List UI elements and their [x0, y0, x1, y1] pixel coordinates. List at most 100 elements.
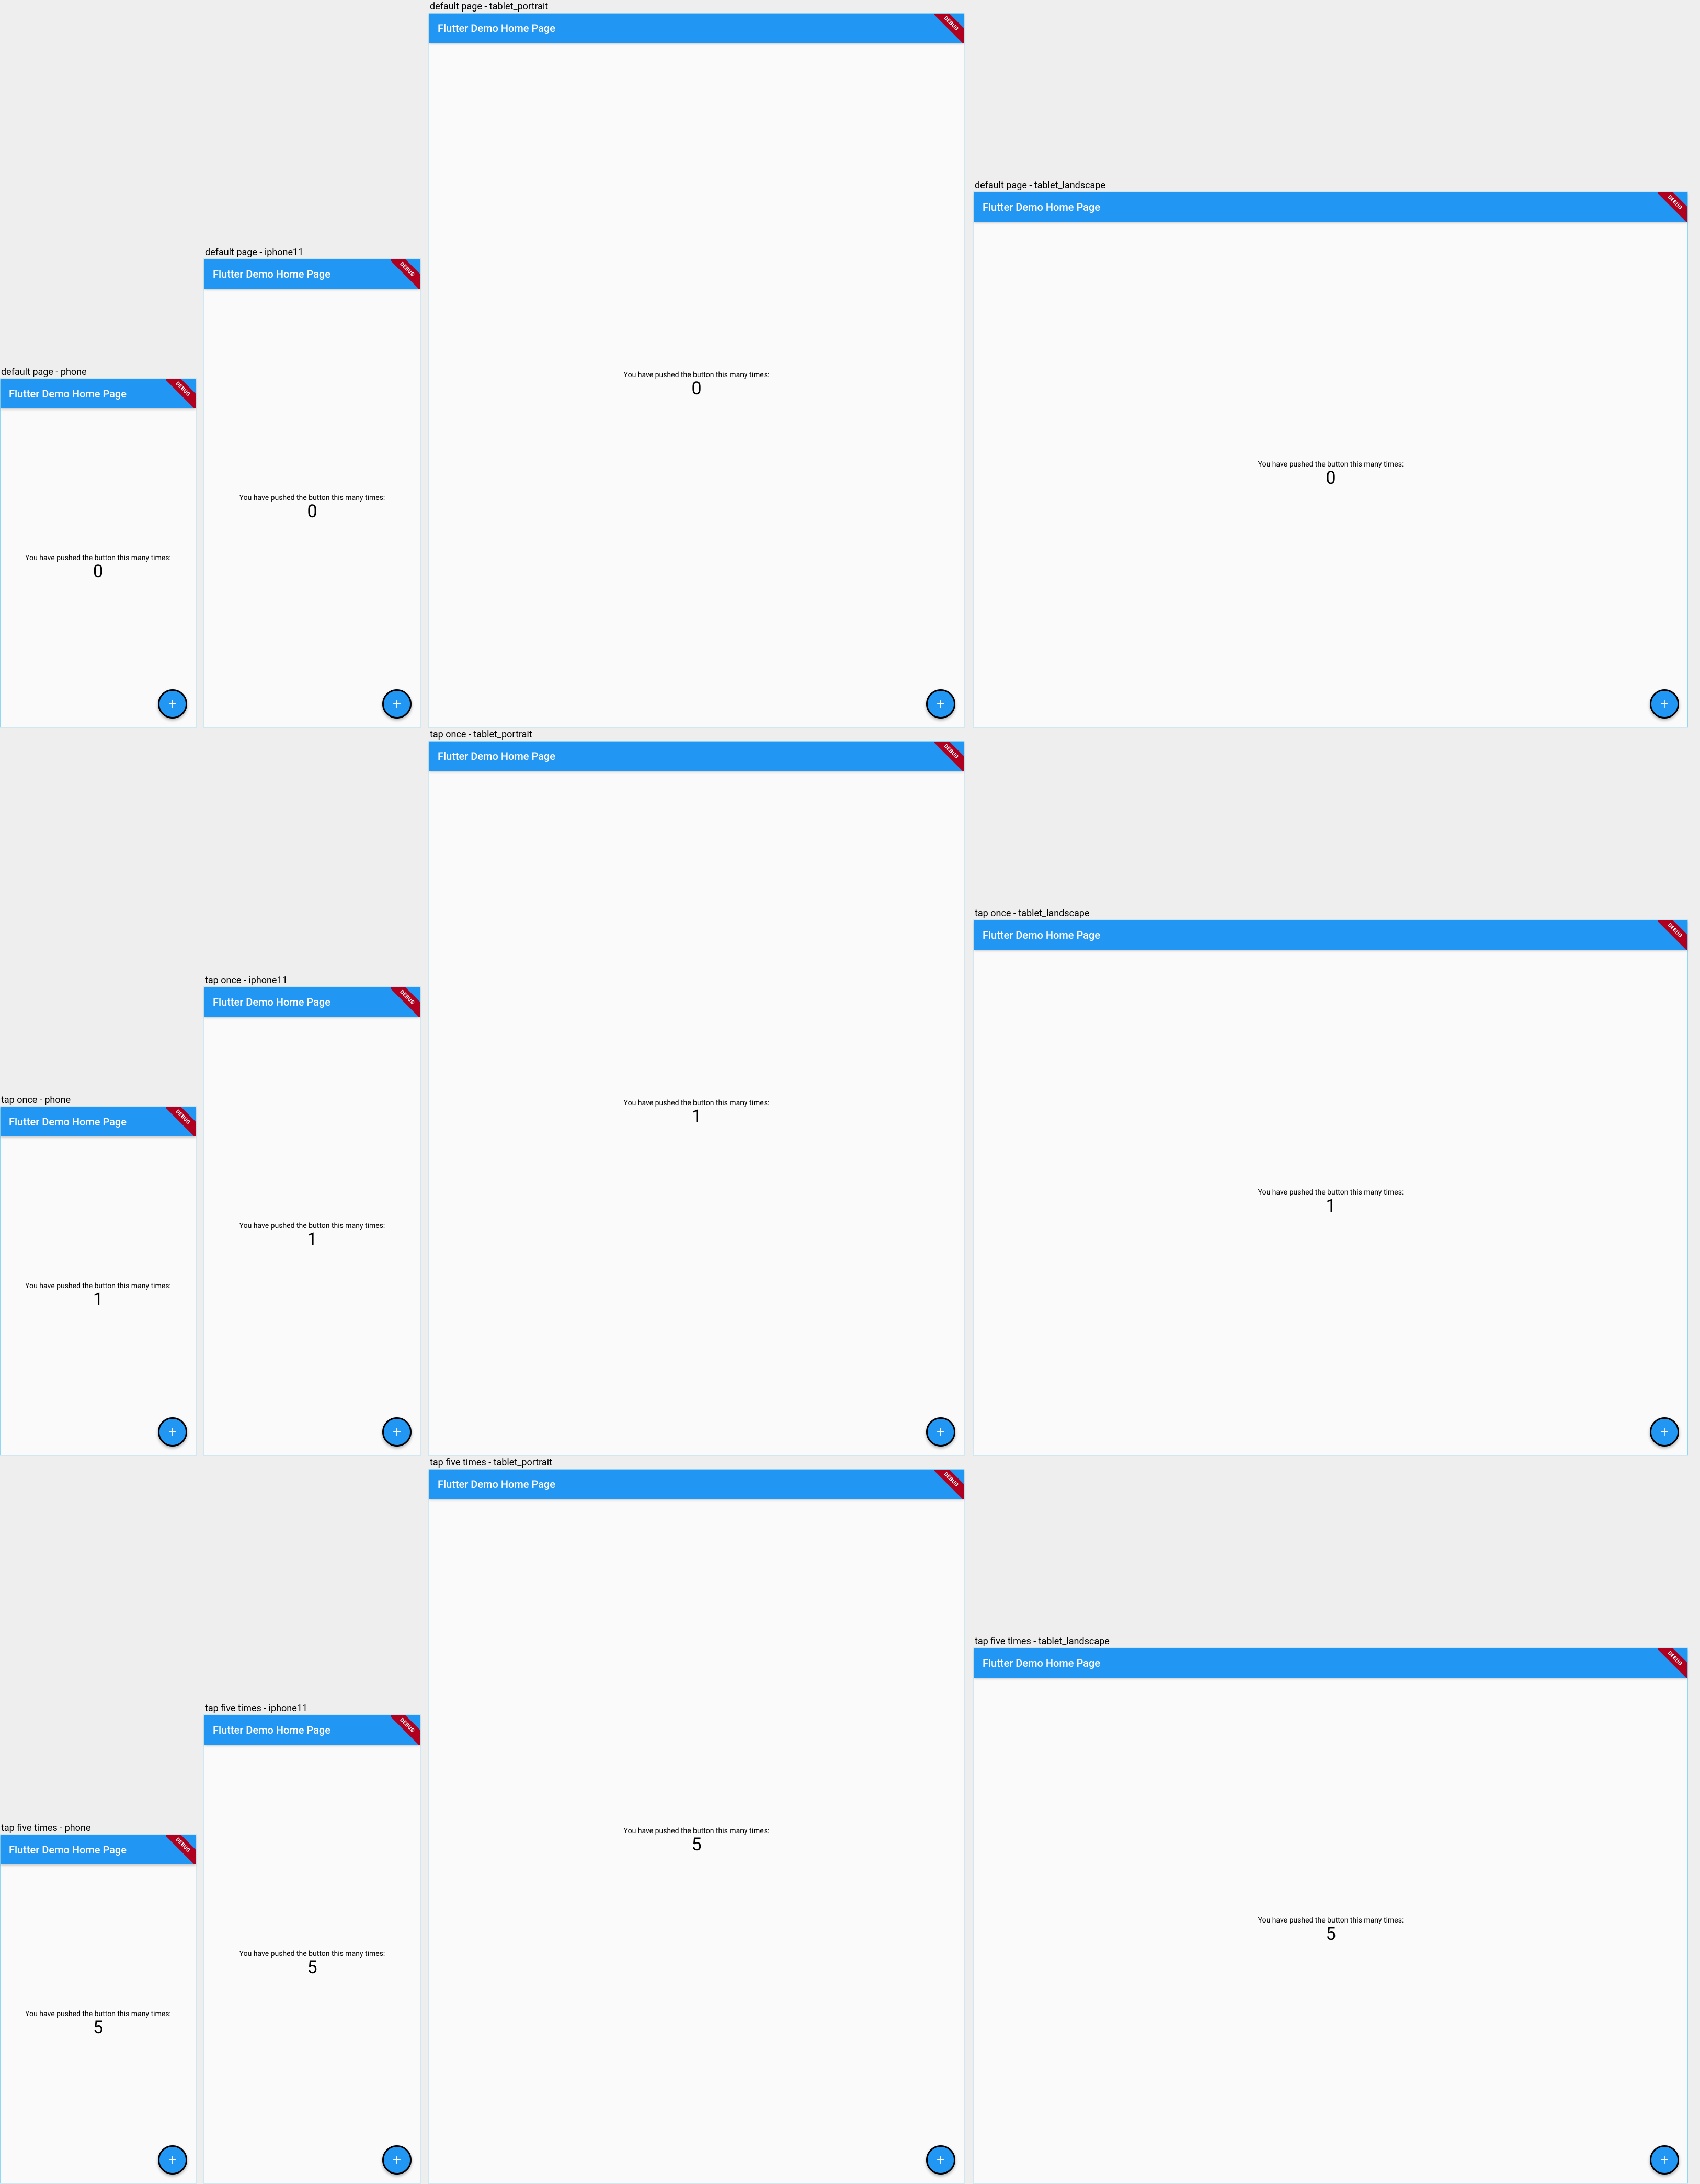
debug-banner-label: DEBUG — [175, 381, 191, 397]
debug-banner-label: DEBUG — [943, 743, 960, 760]
increment-fab[interactable]: + — [926, 1417, 955, 1447]
debug-banner: DEBUG — [166, 1835, 196, 1864]
app-bar: Flutter Demo Home Page DEBUG — [204, 987, 420, 1017]
device-frame: Flutter Demo Home Page DEBUG You have push… — [204, 987, 420, 1455]
scenario-caption: tap once - iphone11 — [204, 975, 288, 986]
scaffold-body: You have pushed the button this many tim… — [974, 222, 1687, 727]
increment-fab[interactable]: + — [1650, 1417, 1679, 1447]
increment-fab[interactable]: + — [158, 2145, 187, 2175]
scenario-caption: tap five times - iphone11 — [204, 1703, 307, 1714]
device-frame: Flutter Demo Home Page DEBUGYou have push… — [974, 1648, 1688, 2183]
debug-banner-label: DEBUG — [399, 261, 416, 278]
debug-banner: DEBUG — [391, 259, 420, 289]
golden-cell: default page - tablet_landscapeFlutter D… — [974, 180, 1688, 727]
app-bar-title: Flutter Demo Home Page — [9, 1116, 127, 1128]
device-frame: Flutter Demo Home PageDEBUGYou have push… — [429, 13, 964, 727]
app-bar: Flutter Demo Home Page DEBUG — [429, 742, 964, 771]
debug-banner: DEBUG — [391, 1715, 420, 1745]
device-frame: Flutter Demo Home Page DEBUG You have push… — [204, 259, 420, 727]
debug-banner-label: DEBUG — [399, 989, 416, 1006]
scenario-caption: default page - iphone11 — [204, 247, 303, 258]
increment-fab[interactable]: + — [158, 689, 187, 719]
app-bar: Flutter Demo Home Page DEBUG — [974, 192, 1687, 222]
scenario-caption: tap once - tablet_portrait — [429, 729, 532, 740]
scenario-caption: tap once - tablet_landscape — [974, 908, 1089, 919]
device-frame: Flutter Demo Home PageDEBUGYou have push… — [0, 379, 196, 727]
scaffold-body: You have pushed the button this many tim… — [204, 1017, 420, 1455]
scenario-caption: tap five times - tablet_landscape — [974, 1636, 1110, 1647]
counter-value: 1 — [1326, 1197, 1336, 1216]
debug-banner: DEBUG — [1658, 1648, 1687, 1678]
debug-banner-label: DEBUG — [175, 1837, 191, 1853]
golden-cell: tap five times - tablet_landscapeFlutter… — [974, 1636, 1688, 2183]
counter-value: 5 — [307, 1958, 317, 1977]
increment-fab[interactable]: + — [926, 2145, 955, 2175]
debug-banner-label: DEBUG — [943, 15, 960, 32]
counter-value: 0 — [93, 562, 103, 582]
plus-icon: + — [1660, 2153, 1669, 2167]
scaffold-body: You have pushed the button this many tim… — [1, 1864, 196, 2183]
increment-fab[interactable]: + — [1650, 2145, 1679, 2175]
debug-banner-label: DEBUG — [1667, 922, 1683, 939]
increment-fab[interactable]: + — [1650, 689, 1679, 719]
device-frame: Flutter Demo Home Page DEBUG You have push… — [0, 1835, 196, 2183]
plus-icon: + — [1660, 697, 1669, 711]
increment-fab[interactable]: + — [382, 2145, 412, 2175]
app-bar: Flutter Demo Home Page DEBUG — [974, 1648, 1687, 1678]
plus-icon: + — [168, 697, 177, 711]
app-bar: Flutter Demo Home Page DEBUG — [429, 1470, 964, 1499]
app-bar-title: Flutter Demo Home Page — [9, 388, 127, 400]
device-frame: Flutter Demo Home PageDEBUGYou have push… — [204, 1715, 420, 2183]
debug-banner: DEBUG — [391, 987, 420, 1017]
debug-banner: DEBUG — [1658, 920, 1687, 950]
golden-cell: tap once - tablet_landscape Flutter Demo … — [974, 908, 1688, 1455]
golden-cell: tap once - iphone11Flutter Demo Home Pag… — [204, 975, 420, 1455]
scenario-caption: tap once - phone — [0, 1095, 71, 1106]
app-bar-title: Flutter Demo Home Page — [213, 996, 330, 1008]
scaffold-body: You have pushed the button this many tim… — [974, 1678, 1687, 2183]
scaffold-body: You have pushed the button this many tim… — [204, 289, 420, 727]
app-bar: Flutter Demo Home Page DEBUG — [1, 379, 196, 408]
app-bar-title: Flutter Demo Home Page — [213, 268, 330, 280]
counter-value: 1 — [93, 1290, 103, 1310]
debug-banner-label: DEBUG — [1667, 194, 1683, 211]
plus-icon: + — [168, 2153, 177, 2167]
counter-value: 5 — [93, 2018, 103, 2038]
golden-cell: default page - phoneFlutter Demo Home Pa… — [0, 367, 196, 727]
debug-banner-label: DEBUG — [175, 1109, 191, 1125]
counter-value: 0 — [1326, 469, 1336, 488]
app-bar-title: Flutter Demo Home Page — [438, 750, 555, 763]
plus-icon: + — [937, 2153, 945, 2167]
app-bar: Flutter Demo Home PageDEBUG — [429, 14, 964, 43]
plus-icon: + — [168, 1425, 177, 1439]
debug-banner-label: DEBUG — [399, 1717, 416, 1734]
scenario-caption: default page - tablet_portrait — [429, 1, 548, 12]
plus-icon: + — [393, 2153, 401, 2167]
counter-value: 1 — [691, 1107, 701, 1127]
golden-cell: tap five times - iphone11Flutter Demo Ho… — [204, 1703, 420, 2183]
device-frame: Flutter Demo Home Page DEBUG You have push… — [974, 192, 1688, 727]
golden-cell: default page - tablet_portraitFlutter De… — [429, 1, 964, 727]
plus-icon: + — [937, 697, 945, 711]
app-bar-title: Flutter Demo Home Page — [983, 929, 1100, 941]
debug-banner: DEBUG — [166, 379, 196, 408]
increment-fab[interactable]: + — [926, 689, 955, 719]
debug-banner: DEBUG — [934, 1470, 964, 1499]
debug-banner-label: DEBUG — [943, 1471, 960, 1488]
app-bar-title: Flutter Demo Home Page — [9, 1844, 127, 1856]
scaffold-body: You have pushed the button this many tim… — [429, 1499, 964, 2183]
plus-icon: + — [393, 697, 401, 711]
counter-value: 1 — [307, 1230, 317, 1249]
app-bar-title: Flutter Demo Home Page — [438, 1478, 555, 1491]
increment-fab[interactable]: + — [158, 1417, 187, 1447]
increment-fab[interactable]: + — [382, 1417, 412, 1447]
app-bar-title: Flutter Demo Home Page — [983, 201, 1100, 213]
increment-fab[interactable]: + — [382, 689, 412, 719]
debug-banner: DEBUG — [166, 1107, 196, 1136]
counter-value: 5 — [1326, 1925, 1336, 1944]
device-frame: Flutter Demo Home PageDEBUGYou have push… — [429, 741, 964, 1455]
app-bar-title: Flutter Demo Home Page — [983, 1657, 1100, 1669]
counter-value: 0 — [691, 379, 701, 399]
device-frame: Flutter Demo Home PageDEBUGYou have push… — [0, 1107, 196, 1455]
plus-icon: + — [937, 1425, 945, 1439]
